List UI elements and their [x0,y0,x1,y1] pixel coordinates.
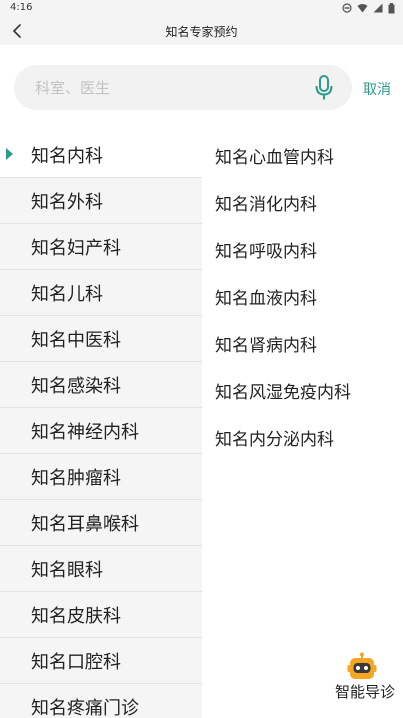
department-item[interactable]: 知名外科 [0,178,202,224]
department-label: 知名内科 [31,146,103,167]
wifi-icon [357,4,368,13]
robot-icon [347,652,377,679]
sub-department-item[interactable]: 知名消化内科 [202,179,403,226]
department-label: 知名眼科 [31,560,103,581]
sub-department-item[interactable]: 知名呼吸内科 [202,226,403,273]
status-icons [342,2,395,14]
dnd-icon [342,3,352,13]
department-item[interactable]: 知名中医科 [0,316,202,362]
department-list: 知名内科知名外科知名妇产科知名儿科知名中医科知名感染科知名神经内科 知名肿瘤科知名… [0,132,202,718]
search-area: 科室、医生 取消 [0,50,403,127]
department-item[interactable]: 知名肿瘤科 [0,454,202,500]
status-time: 4:16 [10,2,33,13]
department-item[interactable]: 知名疼痛门诊 [0,684,202,718]
department-item[interactable]: 知名眼科 [0,546,202,592]
sub-department-item[interactable]: 知名风湿免疫内科 [202,367,403,414]
department-label: 知名儿科 [31,284,103,305]
department-item[interactable]: 知名口腔科 [0,638,202,684]
department-item[interactable]: 知名耳鼻喉科 [0,500,202,546]
page-title: 知名专家预约 [165,25,238,39]
department-browser: 知名内科 知名外科 知名妇产科 知名儿科 知名中医科 知名感染科 知名神经内科 知名肿瘤科 知名… [0,132,403,718]
status-bar: 4:16 [0,0,403,18]
department-item[interactable]: 知名儿科 [0,270,202,316]
department-label: 知名中医科 [31,330,121,351]
department-item[interactable]: 知名皮肤科 [0,592,202,638]
department-item[interactable]: 知名感染科 [0,362,202,408]
department-item[interactable]: 知名神经内科 [0,408,202,454]
department-label: 知名妇产科 [31,238,121,259]
cancel-button[interactable]: 取消 [363,79,391,99]
microphone-icon[interactable] [314,75,334,101]
search-input[interactable]: 科室、医生 [14,65,352,110]
sub-department-item[interactable]: 知名血液内科 [202,273,403,320]
department-item[interactable]: 知名妇产科 [0,224,202,270]
department-label: 知名肿瘤科 [31,468,121,489]
department-label: 知名神经内科 [31,422,139,443]
sub-department-list: 知名心血管内科 知名消化内科 知名呼吸内科 知名血液内科 知名肾病内科 知名风湿免疫内科知… [202,132,403,718]
sub-department-item[interactable]: 知名肾病内科 [202,320,403,367]
smart-guide-button[interactable]: 智能导诊 [332,652,398,702]
department-label: 知名疼痛门诊 [31,698,139,718]
department-label: 知名皮肤科 [31,606,121,627]
nav-bar: 知名专家预约 [0,18,403,45]
department-label: 知名耳鼻喉科 [31,514,139,535]
sub-department-item[interactable]: 知名内分泌内科 [202,414,403,461]
battery-icon [388,2,395,13]
department-label: 知名口腔科 [31,652,121,673]
smart-guide-label: 智能导诊 [334,683,395,701]
search-placeholder: 科室、医生 [35,79,111,97]
signal-icon [373,3,383,13]
department-label: 知名外科 [31,192,103,213]
selected-indicator-icon [6,148,13,160]
department-label: 知名感染科 [31,376,121,397]
sub-department-item[interactable]: 知名心血管内科 [202,132,403,179]
department-item[interactable]: 知名内科 [0,132,202,178]
